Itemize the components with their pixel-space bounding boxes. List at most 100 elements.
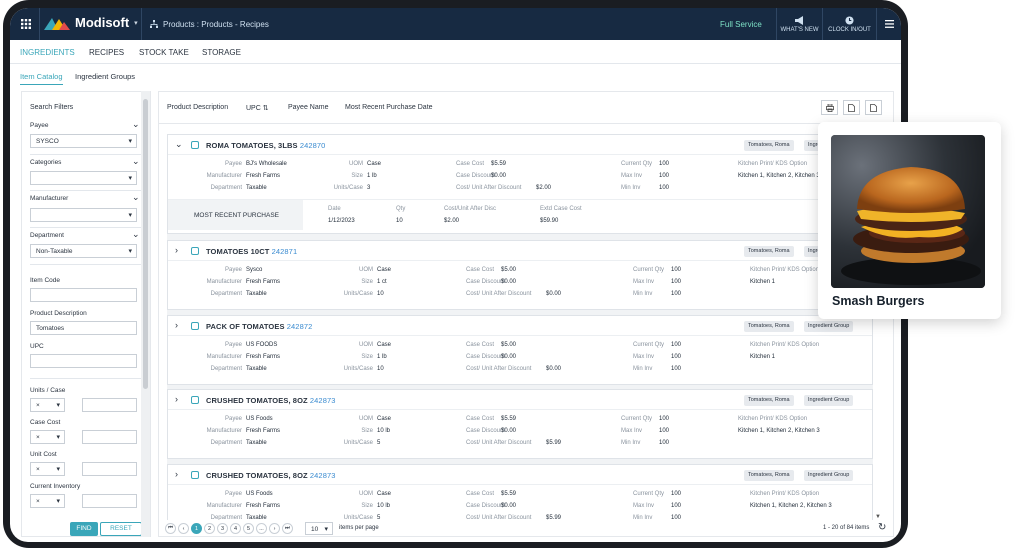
payee-select[interactable]: SYSCO ▾ xyxy=(30,134,137,148)
case-cost-input[interactable] xyxy=(82,430,137,444)
page-button[interactable]: 3 xyxy=(217,523,228,534)
item-code[interactable]: 242873 xyxy=(310,396,336,405)
list-item[interactable]: › PACK OF TOMATOES 242872 Tomatoes, Roma In… xyxy=(167,315,873,385)
item-checkbox[interactable] xyxy=(191,322,199,330)
item-checkbox[interactable] xyxy=(191,471,199,479)
field-label: UOM xyxy=(359,267,373,273)
sort-product-description[interactable]: Product Description xyxy=(167,104,228,111)
item-header[interactable]: › CRUSHED TOMATOES, 8OZ 242873 Tomatoes, R… xyxy=(168,465,872,485)
list-item[interactable]: › CRUSHED TOMATOES, 8OZ 242873 Tomatoes, R… xyxy=(167,464,873,520)
chevron-down-icon[interactable]: ⌄ xyxy=(132,119,140,130)
page-button[interactable]: 5 xyxy=(243,523,254,534)
manufacturer-value: Fresh Farms xyxy=(246,428,281,434)
units-case-input[interactable] xyxy=(82,398,137,412)
item-code-input[interactable] xyxy=(30,288,137,302)
service-mode[interactable]: Full Service xyxy=(720,8,762,40)
page-ellipsis[interactable]: ... xyxy=(256,523,267,534)
tab-ingredient-groups[interactable]: Ingredient Groups xyxy=(75,72,135,81)
chevron-right-icon[interactable]: › xyxy=(175,320,178,330)
sort-recent-purchase[interactable]: Most Recent Purchase Date xyxy=(345,104,433,111)
chevron-right-icon[interactable]: › xyxy=(175,245,178,255)
tab-recipes[interactable]: RECIPES xyxy=(89,48,124,57)
list-item[interactable]: › CRUSHED TOMATOES, 8OZ 242873 Tomatoes, R… xyxy=(167,389,873,459)
reset-button[interactable]: RESET xyxy=(100,522,142,536)
category-tag[interactable]: Tomatoes, Roma xyxy=(744,470,794,481)
chevron-right-icon[interactable]: › xyxy=(175,469,178,479)
print-icon[interactable] xyxy=(821,100,838,115)
upc-input[interactable] xyxy=(30,354,137,368)
page-button[interactable]: 4 xyxy=(230,523,241,534)
item-header[interactable]: ›TOMATOES 10CT 242871Tomatoes, RomaIngre… xyxy=(168,241,872,261)
purchase-cost-label: Cost/Unit After Disc xyxy=(444,206,497,212)
units-case-operator[interactable]: × ▾ xyxy=(30,398,65,412)
item-header[interactable]: ⌄ ROMA TOMATOES, 3LBS 242870 Tomatoes, Rom… xyxy=(168,135,872,155)
current_qty-value: 100 xyxy=(671,491,682,497)
field-label: Size xyxy=(361,503,373,509)
sort-payee-name[interactable]: Payee Name xyxy=(288,104,328,111)
case_cost-value: $5.59 xyxy=(491,161,507,167)
find-button[interactable]: FIND xyxy=(70,522,98,536)
item-checkbox[interactable] xyxy=(191,396,199,404)
payee-value: US Foods xyxy=(246,416,273,422)
modisoft-logo[interactable]: Modisoft ▾ xyxy=(44,15,138,30)
previous-page-icon[interactable]: ‹ xyxy=(178,523,189,534)
manufacturer-select[interactable]: ▾ xyxy=(30,208,137,222)
apps-grid-icon[interactable] xyxy=(12,8,40,40)
inventory-operator[interactable]: × ▾ xyxy=(30,494,65,508)
next-page-icon[interactable]: › xyxy=(269,523,280,534)
payee-value: Sysco xyxy=(246,267,263,273)
category-tag[interactable]: Tomatoes, Roma xyxy=(744,246,794,257)
item-header[interactable]: › PACK OF TOMATOES 242872 Tomatoes, Roma In… xyxy=(168,316,872,336)
breadcrumb-text[interactable]: Products : Products - Recipes xyxy=(163,20,269,29)
list-item[interactable]: ⌄ ROMA TOMATOES, 3LBS 242870 Tomatoes, Rom… xyxy=(167,134,873,234)
tab-item-catalog[interactable]: Item Catalog xyxy=(20,72,63,85)
chevron-down-icon[interactable]: ⌄ xyxy=(175,139,183,150)
unit-cost-input[interactable] xyxy=(82,462,137,476)
category-tag[interactable]: Tomatoes, Roma xyxy=(744,395,794,406)
sort-upc[interactable]: UPC ⇅ xyxy=(246,104,269,112)
chevron-down-icon[interactable]: ⌄ xyxy=(132,156,140,167)
sidebar-scrollbar[interactable] xyxy=(141,91,150,537)
items-per-page-select[interactable]: 10 ▾ xyxy=(305,522,333,535)
chevron-down-icon[interactable]: ⌄ xyxy=(132,192,140,203)
export-pdf-icon[interactable] xyxy=(843,100,860,115)
group-tag[interactable]: Ingredient Group xyxy=(804,470,854,481)
dropdown-arrow-icon: ▾ xyxy=(128,175,132,182)
item-checkbox[interactable] xyxy=(191,141,199,149)
item-code[interactable]: 242870 xyxy=(300,141,326,150)
case-cost-operator[interactable]: × ▾ xyxy=(30,430,65,444)
unit-cost-operator[interactable]: × ▾ xyxy=(30,462,65,476)
recipe-card[interactable]: Smash Burgers xyxy=(818,122,1001,319)
department-select[interactable]: Non-Taxable ▾ xyxy=(30,244,137,258)
tab-ingredients[interactable]: INGREDIENTS xyxy=(20,48,75,57)
category-tag[interactable]: Tomatoes, Roma xyxy=(744,321,794,332)
chevron-down-icon[interactable]: ⌄ xyxy=(132,229,140,240)
item-header[interactable]: › CRUSHED TOMATOES, 8OZ 242873 Tomatoes, R… xyxy=(168,390,872,410)
categories-select[interactable]: ▾ xyxy=(30,171,137,185)
last-page-icon[interactable]: ⏭ xyxy=(282,523,293,534)
chevron-right-icon[interactable]: › xyxy=(175,394,178,404)
tab-storage[interactable]: STORAGE xyxy=(202,48,241,57)
refresh-icon[interactable]: ↻ xyxy=(878,522,886,533)
item-code[interactable]: 242871 xyxy=(272,247,298,256)
tab-stock-take[interactable]: STOCK TAKE xyxy=(139,48,189,57)
category-tag[interactable]: Tomatoes, Roma xyxy=(744,140,794,151)
list-item[interactable]: ›TOMATOES 10CT 242871Tomatoes, RomaIngre… xyxy=(167,240,873,310)
field-label: Department xyxy=(210,440,242,446)
product-description-input[interactable]: Tomatoes xyxy=(30,321,137,335)
item-checkbox[interactable] xyxy=(191,247,199,255)
clock-in-out-button[interactable]: CLOCK IN/OUT xyxy=(822,8,876,40)
export-excel-icon[interactable] xyxy=(865,100,882,115)
page-button[interactable]: 2 xyxy=(204,523,215,534)
whats-new-button[interactable]: WHAT'S NEW xyxy=(776,8,822,40)
first-page-icon[interactable]: ⏮ xyxy=(165,523,176,534)
group-tag[interactable]: Ingredient Group xyxy=(804,321,854,332)
hamburger-menu-icon[interactable] xyxy=(876,8,901,40)
inventory-input[interactable] xyxy=(82,494,137,508)
item-code[interactable]: 242872 xyxy=(287,322,313,331)
page-button[interactable]: 1 xyxy=(191,523,202,534)
group-tag[interactable]: Ingredient Group xyxy=(804,395,854,406)
item-code[interactable]: 242873 xyxy=(310,471,336,480)
case_cost-value: $5.00 xyxy=(501,267,517,273)
scrollbar-thumb[interactable] xyxy=(143,99,148,389)
